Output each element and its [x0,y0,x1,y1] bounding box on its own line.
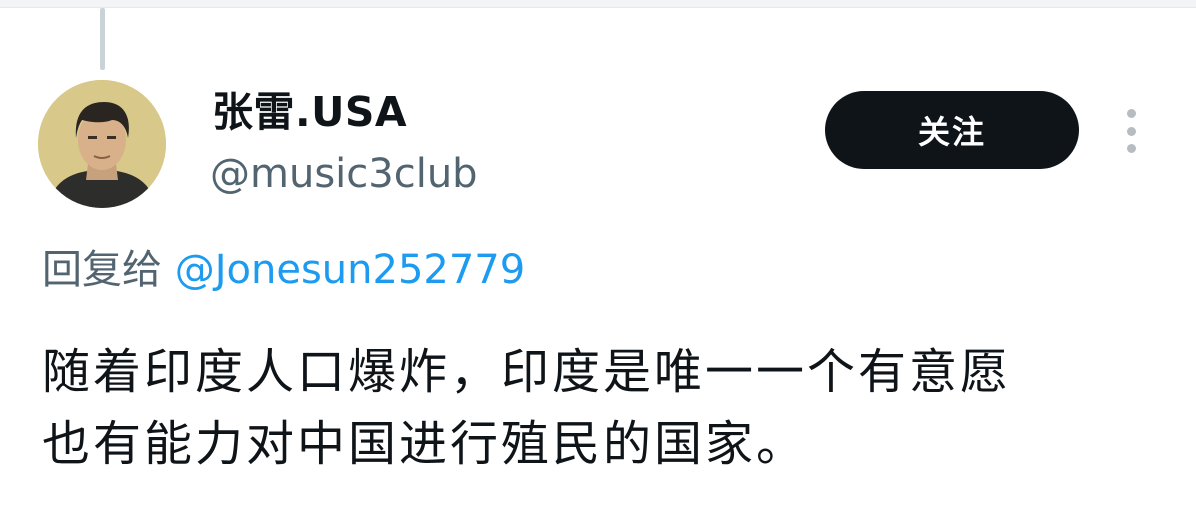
more-dot [1126,126,1136,136]
tweet-text: 随着印度人口爆炸，印度是唯一一个有意愿 也有能力对中国进行殖民的国家。 [42,336,1172,480]
tweet-text-line: 也有能力对中国进行殖民的国家。 [42,416,808,472]
top-divider [0,0,1196,8]
author-handle[interactable]: @music3club [210,148,478,200]
more-dot [1126,144,1136,153]
reply-context: 回复给 @Jonesun252779 [42,244,525,296]
reply-prefix: 回复给 [42,247,162,293]
person-avatar-icon[interactable] [38,80,166,208]
tweet-text-line: 随着印度人口爆炸，印度是唯一一个有意愿 [42,344,1012,400]
more-dot [1126,109,1136,118]
thread-connector-line [100,8,105,70]
more-vertical-icon[interactable] [1116,106,1146,156]
follow-button[interactable]: 关注 [825,91,1079,169]
reply-mention-link[interactable]: @Jonesun252779 [175,247,525,293]
author-display-name[interactable]: 张雷.USA [212,86,407,138]
